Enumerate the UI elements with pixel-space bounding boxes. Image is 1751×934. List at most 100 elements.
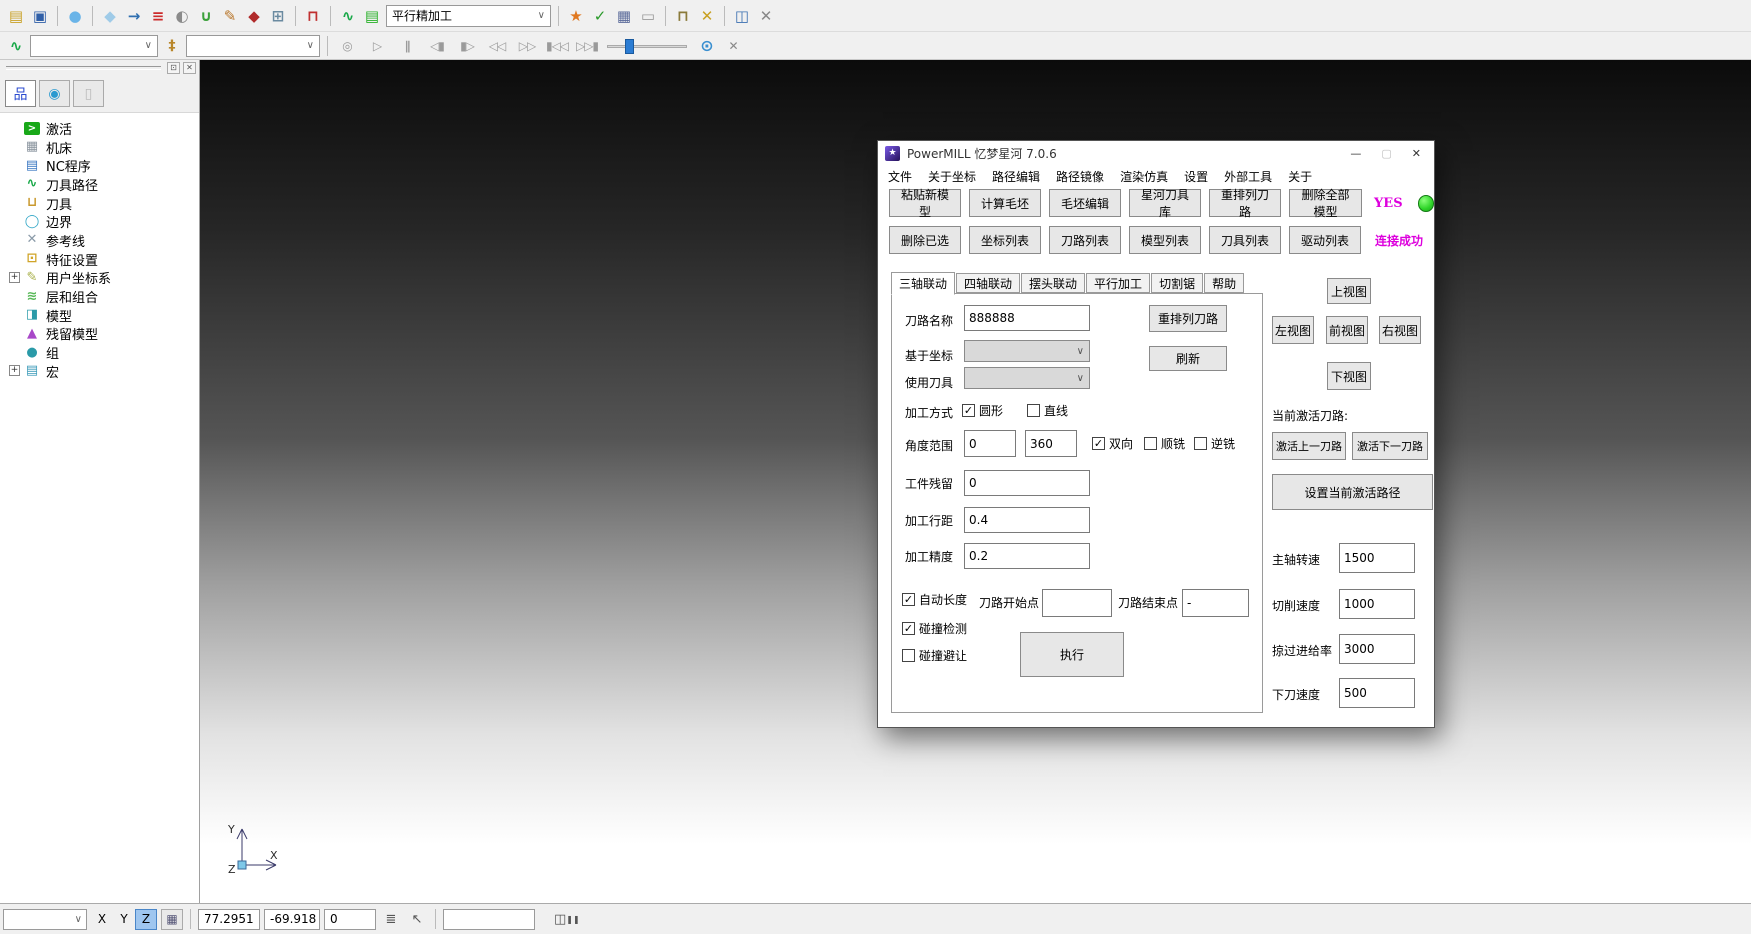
light-icon[interactable]: ◎ (335, 34, 359, 58)
fast-forward-icon[interactable]: ▷▷ (515, 34, 539, 58)
delete-all-models-button[interactable]: 删除全部模型 (1289, 189, 1362, 217)
go-start-icon[interactable]: ▮◁◁ (545, 34, 569, 58)
activate-prev-toolpath-button[interactable]: 激活上一刀路 (1272, 432, 1346, 460)
tree-item[interactable]: ≋ 层和组合 (8, 287, 199, 306)
start-point-input[interactable] (1042, 589, 1112, 617)
toolpath-jump-icon[interactable]: → (122, 4, 146, 28)
angle-to-input[interactable] (1025, 430, 1077, 457)
close-panel-icon[interactable]: ✕ (183, 62, 196, 74)
left-view-button[interactable]: 左视图 (1272, 316, 1314, 344)
right-view-button[interactable]: 右视图 (1379, 316, 1421, 344)
tree-item[interactable]: ▤ 宏 (8, 362, 199, 381)
step-back-icon[interactable]: ◁▮ (425, 34, 449, 58)
stepover-input[interactable] (964, 507, 1090, 533)
ruler-icon[interactable]: ▭ (636, 4, 660, 28)
pattern-points-icon[interactable]: ◆ (242, 4, 266, 28)
activate-next-toolpath-button[interactable]: 激活下一刀路 (1352, 432, 1428, 460)
close-button[interactable]: ✕ (1412, 147, 1421, 160)
toolbar-close-icon[interactable]: ✕ (754, 4, 778, 28)
cross-arrows-icon[interactable]: ✕ (695, 4, 719, 28)
top-view-button[interactable]: 上视图 (1327, 278, 1371, 304)
drive-list-button[interactable]: 驱动列表 (1289, 226, 1361, 254)
simbar-close-icon[interactable]: ✕ (721, 34, 745, 58)
calculator-icon[interactable]: ▦ (612, 4, 636, 28)
tool-change-icon[interactable]: ⊓ (671, 4, 695, 28)
tool-ball-icon[interactable]: ◐ (170, 4, 194, 28)
strategy-list-icon[interactable]: ▤ (360, 4, 384, 28)
strategy-combo[interactable]: 平行精加工 ∨ (386, 5, 551, 27)
boundary-lines-icon[interactable]: ≡ (146, 4, 170, 28)
bidirectional-checkbox[interactable]: 双向 (1092, 435, 1133, 452)
tab-parallel[interactable]: 平行加工 (1086, 273, 1150, 293)
panel-grip[interactable] (6, 66, 161, 70)
tab-explorer-world[interactable]: ◉ (39, 80, 70, 107)
active-toolpath-icon[interactable]: ∿ (336, 4, 360, 28)
axis-z-button[interactable]: Z (135, 909, 157, 930)
dialog-titlebar[interactable]: ★ PowerMILL 忆梦星河 7.0.6 — ▢ ✕ (878, 141, 1434, 165)
conventional-mill-checkbox[interactable]: 逆铣 (1194, 435, 1235, 452)
tab-explorer-tree[interactable]: 品 (5, 80, 36, 107)
toolpath-list-button[interactable]: 刀路列表 (1049, 226, 1121, 254)
simulation-speed-slider[interactable] (607, 37, 687, 55)
bottom-view-button[interactable]: 下视图 (1327, 362, 1371, 390)
end-point-input[interactable] (1182, 589, 1249, 617)
grid-toggle-button[interactable]: ▦ (161, 909, 183, 930)
coord-select[interactable]: ∨ (964, 340, 1090, 362)
active-toolpath-icon[interactable]: ∿ (4, 34, 28, 58)
tool-library-button[interactable]: 星河刀具库 (1129, 189, 1201, 217)
menu-about-coords[interactable]: 关于坐标 (928, 168, 976, 185)
tree-item[interactable]: ◨ 模型 (8, 306, 199, 325)
status-combo[interactable]: ∨ (3, 909, 87, 930)
pause-icon[interactable]: ∥ (395, 34, 419, 58)
tree-item[interactable]: > 激活 (8, 119, 199, 138)
tab-4axis[interactable]: 四轴联动 (956, 273, 1020, 293)
go-end-icon[interactable]: ▷▷▮ (575, 34, 599, 58)
maximize-button[interactable]: ▢ (1381, 147, 1391, 160)
model-list-button[interactable]: 模型列表 (1129, 226, 1201, 254)
tree-item[interactable]: ⊡ 特征设置 (8, 250, 199, 269)
stock-remain-input[interactable] (964, 470, 1090, 496)
tree-item[interactable]: ● 组 (8, 343, 199, 362)
expand-icon[interactable] (9, 365, 20, 376)
menu-file[interactable]: 文件 (888, 168, 912, 185)
tool-select[interactable]: ∨ (964, 367, 1090, 389)
rearrange-toolpaths-button[interactable]: 重排列刀路 (1149, 305, 1227, 332)
tab-help[interactable]: 帮助 (1204, 273, 1244, 293)
menu-settings[interactable]: 设置 (1184, 168, 1208, 185)
collision-check-checkbox[interactable]: 碰撞检测 (902, 620, 967, 637)
holder-profile-icon[interactable]: ∪ (194, 4, 218, 28)
tree-item[interactable]: ▲ 残留模型 (8, 325, 199, 344)
compute-block-button[interactable]: 计算毛坯 (969, 189, 1041, 217)
tree-item[interactable]: ▦ 机床 (8, 138, 199, 157)
front-view-button[interactable]: 前视图 (1326, 316, 1368, 344)
tree-item[interactable]: ⊔ 刀具 (8, 194, 199, 213)
open-project-icon[interactable]: ▤ (4, 4, 28, 28)
tolerance-input[interactable] (964, 543, 1090, 569)
menu-path-edit[interactable]: 路径编辑 (992, 168, 1040, 185)
paste-new-model-button[interactable]: 粘贴新模型 (889, 189, 961, 217)
minimize-button[interactable]: — (1350, 147, 1361, 160)
monitor-icon[interactable]: ◫❚❚ (553, 909, 581, 930)
shaded-view-icon[interactable]: ● (63, 4, 87, 28)
tool-flame-icon[interactable]: ★ (564, 4, 588, 28)
rewind-icon[interactable]: ◁◁ (485, 34, 509, 58)
set-active-path-button[interactable]: 设置当前激活路径 (1272, 474, 1433, 510)
axis-x-button[interactable]: X (91, 909, 113, 930)
refresh-button[interactable]: 刷新 (1149, 346, 1227, 371)
delete-selected-button[interactable]: 删除已选 (889, 226, 961, 254)
tab-3axis[interactable]: 三轴联动 (891, 272, 955, 295)
rearrange-toolpaths-button[interactable]: 重排列刀路 (1209, 189, 1281, 217)
angle-from-input[interactable] (964, 430, 1016, 457)
auto-length-checkbox[interactable]: 自动长度 (902, 591, 967, 608)
block-edit-button[interactable]: 毛坯编辑 (1049, 189, 1121, 217)
float-panel-icon[interactable]: ⊡ (167, 62, 180, 74)
block-model-icon[interactable]: ◆ (98, 4, 122, 28)
database-icon[interactable]: ◫ (730, 4, 754, 28)
skim-feed-input[interactable] (1339, 634, 1415, 664)
menu-external-tools[interactable]: 外部工具 (1224, 168, 1272, 185)
tab-saw[interactable]: 切割锯 (1151, 273, 1203, 293)
axis-y-button[interactable]: Y (113, 909, 135, 930)
pointer-icon[interactable]: ↖ (406, 909, 428, 930)
tab-explorer-trash[interactable]: ▯ (73, 80, 104, 107)
sim-tool-combo[interactable]: ∨ (186, 35, 320, 57)
